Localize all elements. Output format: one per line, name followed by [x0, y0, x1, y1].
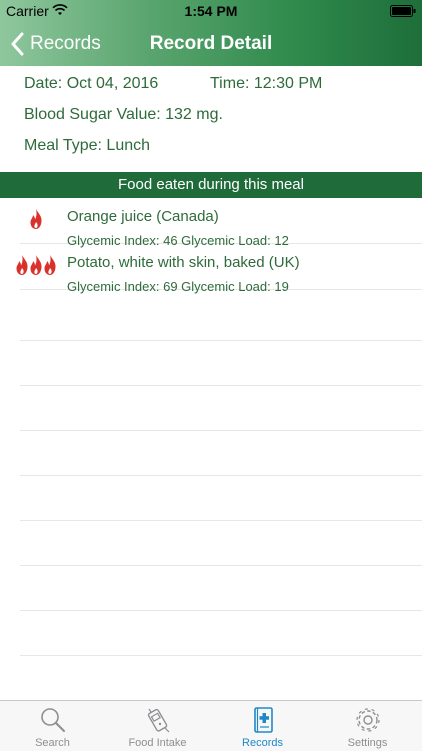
list-separator	[20, 611, 422, 656]
status-bar: Carrier 1:54 PM	[0, 0, 422, 22]
flame-icon	[16, 255, 28, 275]
record-time: Time: 12:30 PM	[210, 75, 323, 92]
list-separator	[20, 476, 422, 521]
list-separator	[20, 431, 422, 476]
section-header: Food eaten during this meal	[0, 172, 422, 198]
list-separator	[20, 341, 422, 386]
record-detail: Date: Oct 04, 2016 Time: 12:30 PM Blood …	[24, 66, 404, 161]
list-separator	[20, 566, 422, 611]
tab-label: Food Intake	[128, 737, 187, 749]
list-separator	[20, 386, 422, 431]
search-icon	[41, 708, 65, 732]
list-separator	[20, 521, 422, 566]
flame-icon	[30, 255, 42, 275]
tab-search[interactable]: Search	[0, 701, 105, 751]
tab-records[interactable]: Records	[210, 701, 315, 751]
food-name: Potato, white with skin, baked (UK)	[67, 254, 300, 271]
date-time-row: Date: Oct 04, 2016 Time: 12:30 PM	[24, 68, 404, 99]
food-item-potato[interactable]: Potato, white with skin, baked (UK) Glyc…	[16, 244, 422, 294]
food-list: Orange juice (Canada) Glycemic Index: 46…	[0, 198, 422, 294]
tab-label: Settings	[347, 737, 388, 749]
list-separator	[20, 296, 422, 341]
flame-icon	[30, 209, 42, 229]
glycemic-flames	[14, 254, 58, 280]
status-time: 1:54 PM	[184, 3, 238, 19]
tab-label: Search	[35, 737, 70, 749]
battery-icon	[390, 5, 416, 17]
tab-settings[interactable]: Settings	[315, 701, 420, 751]
blood-sugar-row: Blood Sugar Value: 132 mg.	[24, 106, 223, 123]
empty-list-rows	[20, 296, 422, 656]
page-title: Record Detail	[149, 33, 273, 54]
record-date: Date: Oct 04, 2016	[24, 75, 159, 92]
gear-icon	[356, 708, 380, 732]
navigation-bar: Carrier 1:54 PM Records Record Detail	[0, 0, 422, 66]
meal-type-row: Meal Type: Lunch	[24, 137, 151, 154]
flame-icon	[44, 255, 56, 275]
tab-label: Records	[242, 737, 283, 749]
tab-bar: Search Food Intake Records Settings	[0, 700, 422, 751]
glycemic-flames	[14, 208, 58, 234]
records-icon	[254, 707, 273, 733]
tab-food-intake[interactable]: Food Intake	[105, 701, 210, 751]
food-intake-icon	[147, 708, 170, 733]
glycemic-info: Glycemic Index: 69 Glycemic Load: 19	[67, 279, 289, 294]
food-item-orange-juice[interactable]: Orange juice (Canada) Glycemic Index: 46…	[20, 198, 422, 248]
food-name: Orange juice (Canada)	[67, 208, 219, 225]
